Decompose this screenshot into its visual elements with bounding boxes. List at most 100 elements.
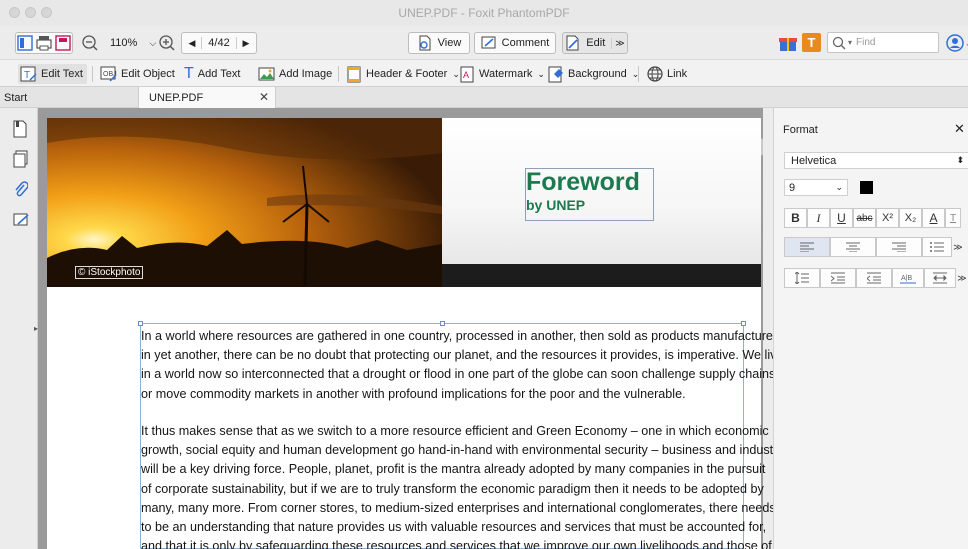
format-panel: Format ✕ Helvetica ⬍ 9 ⌄ B I U abc X² X₂…: [773, 108, 968, 549]
paragraph-buttons: A|B ≫: [784, 268, 968, 288]
char-spacing-button[interactable]: A: [922, 208, 945, 228]
typewriter-icon[interactable]: T: [802, 33, 821, 52]
comment-icon: [481, 36, 496, 49]
edit-ribbon: T Edit Text OBJ Edit Object T Add Text A…: [0, 59, 968, 87]
pages-icon[interactable]: [13, 150, 28, 171]
add-image-button[interactable]: Add Image: [258, 64, 332, 84]
more-chevron-icon[interactable]: ≫: [952, 237, 964, 257]
indent-icon: [831, 272, 845, 284]
zoom-in-icon[interactable]: [158, 34, 176, 52]
text-line: In a world where resources are gathered …: [141, 329, 780, 343]
text-color-swatch[interactable]: [860, 181, 873, 194]
view-mode-group: [15, 32, 73, 54]
strikethrough-button[interactable]: abc: [853, 208, 876, 228]
account-icon[interactable]: ⌄: [946, 33, 968, 53]
italic-button[interactable]: I: [807, 208, 830, 228]
link-button[interactable]: Link: [646, 64, 687, 84]
line-spacing-button[interactable]: [784, 268, 820, 288]
header-footer-label: Header & Footer: [366, 68, 448, 80]
text-line: and that it is only by safeguarding thes…: [141, 539, 772, 549]
tab-start[interactable]: Start: [0, 87, 138, 108]
text-line: in a world now so interconnected that a …: [141, 367, 776, 382]
banner-strip: [442, 264, 761, 287]
background-button[interactable]: Background ⌄: [548, 64, 639, 84]
comments-panel-icon[interactable]: [13, 212, 30, 232]
zoom-out-icon[interactable]: [81, 34, 99, 52]
text-line: in yet another, there can be no doubt th…: [141, 348, 784, 363]
resize-handle[interactable]: [440, 321, 445, 326]
add-text-button[interactable]: T Add Text: [184, 64, 240, 84]
paragraph-1[interactable]: In a world where resources are gathered …: [141, 327, 784, 404]
watermark-button[interactable]: A Watermark ⌄: [460, 64, 545, 84]
font-size-select[interactable]: 9 ⌄: [784, 179, 848, 196]
background-label: Background: [568, 68, 627, 80]
attachment-icon[interactable]: [13, 180, 29, 201]
outdent-button[interactable]: [856, 268, 892, 288]
zoom-value: 110%: [110, 37, 138, 49]
view-mode-button[interactable]: View: [408, 32, 470, 54]
chevron-down-icon: ⌄: [452, 68, 460, 79]
char-scale-button[interactable]: A|B: [892, 268, 924, 288]
clear-format-button[interactable]: T: [945, 208, 961, 228]
separator: [92, 66, 93, 82]
align-left-button[interactable]: [784, 237, 830, 257]
comment-mode-button[interactable]: Comment: [474, 32, 556, 54]
indent-button[interactable]: [820, 268, 856, 288]
gift-box-icon[interactable]: [778, 33, 798, 53]
font-family-value: Helvetica: [791, 154, 837, 167]
watermark-icon: A: [460, 66, 474, 82]
title-bar: UNEP.PDF - Foxit PhantomPDF: [0, 0, 968, 26]
banner-photo: [47, 118, 442, 287]
paragraph-spacing-button[interactable]: [924, 268, 956, 288]
sunset-wind-turbine-image[interactable]: © iStockphoto: [47, 118, 442, 287]
underline-button[interactable]: U: [830, 208, 853, 228]
align-right-button[interactable]: [876, 237, 922, 257]
resize-handle[interactable]: [138, 321, 143, 326]
align-right-icon: [892, 242, 906, 252]
subscript-button[interactable]: X₂: [899, 208, 922, 228]
chevron-down-icon: ⌄: [835, 182, 843, 192]
header-footer-button[interactable]: Header & Footer ⌄: [347, 64, 460, 84]
zoom-select[interactable]: 110% ⌵: [104, 34, 156, 52]
find-field[interactable]: ▾ Find: [827, 32, 939, 53]
tab-unep-pdf[interactable]: UNEP.PDF ✕: [138, 87, 276, 108]
add-text-label: Add Text: [197, 68, 241, 80]
bookmark-icon[interactable]: [13, 120, 27, 141]
outdent-icon: [867, 272, 881, 284]
edit-object-button[interactable]: OBJ Edit Object: [100, 64, 175, 84]
edit-mode-button[interactable]: Edit ≫: [562, 32, 628, 54]
svg-text:T: T: [24, 70, 30, 81]
close-panel-icon[interactable]: ✕: [954, 121, 965, 137]
bold-button[interactable]: B: [784, 208, 807, 228]
text-line: growth, social equity and human developm…: [141, 443, 784, 458]
layout-icons[interactable]: [17, 35, 71, 51]
page-indicator[interactable]: 4/42: [201, 37, 237, 49]
find-input[interactable]: Find: [856, 37, 875, 48]
edit-icon: [566, 35, 579, 51]
alignment-buttons: ≫: [784, 237, 964, 257]
font-size-value: 9: [789, 181, 796, 194]
edit-text-button[interactable]: T Edit Text: [18, 64, 87, 84]
heading-text-box[interactable]: Foreword by UNEP: [525, 168, 654, 221]
text-line: many, many more. From corner stores, to …: [141, 500, 776, 515]
tab-bar: Start UNEP.PDF ✕: [0, 87, 968, 108]
window-title: UNEP.PDF - Foxit PhantomPDF: [398, 6, 570, 20]
bullet-list-button[interactable]: [922, 237, 952, 257]
resize-handle[interactable]: [741, 321, 746, 326]
font-family-select[interactable]: Helvetica ⬍: [784, 152, 968, 169]
text-line: It thus makes sense that as we switch to…: [141, 424, 769, 438]
chevron-down-icon[interactable]: ≫: [611, 37, 625, 49]
more-chevron-icon[interactable]: ≫: [956, 268, 968, 288]
character-scale-icon: A|B: [900, 275, 916, 284]
align-center-button[interactable]: [830, 237, 876, 257]
superscript-button[interactable]: X²: [876, 208, 899, 228]
edit-object-label: Edit Object: [121, 68, 175, 80]
header-footer-icon: [347, 66, 361, 82]
next-page-icon[interactable]: ▶: [237, 38, 255, 49]
close-tab-icon[interactable]: ✕: [259, 90, 269, 104]
tab-start-label: Start: [4, 91, 28, 104]
navigation-panel: ▸: [0, 108, 38, 549]
add-image-icon: [258, 67, 275, 81]
paragraph-2[interactable]: It thus makes sense that as we switch to…: [141, 422, 784, 549]
previous-page-icon[interactable]: ◀: [183, 38, 201, 49]
